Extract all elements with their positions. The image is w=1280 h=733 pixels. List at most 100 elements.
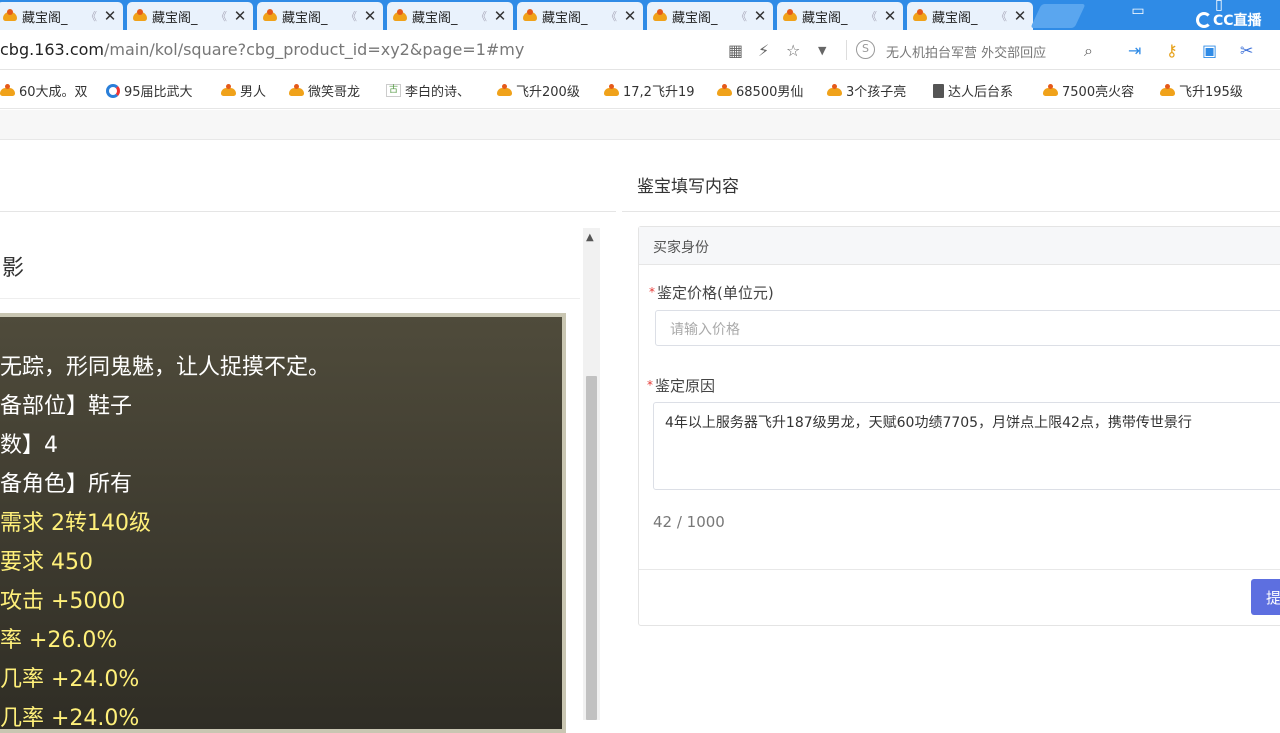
appraisal-form-panel: 买家身份 * 鉴定价格(单位元) 请输入价格 * 鉴定原因 4年以上服务器飞升187…	[638, 226, 1280, 626]
browser-tab-strip: 藏宝阁_ 《 ✕ 藏宝阁_ 《 ✕ 藏宝阁_ 《 ✕ 藏宝阁_ 《 ✕ 藏宝阁_ 《 ✕ 藏宝阁_ 《 ✕ 藏宝阁_…	[0, 0, 1280, 30]
close-icon[interactable]: ✕	[103, 7, 117, 25]
search-suggestion[interactable]: 无人机拍台军营 外交部回应	[886, 42, 1046, 61]
browser-tab[interactable]: 藏宝阁_ 《 ✕	[387, 2, 513, 30]
bookmark-item[interactable]: 17,2飞升19	[604, 81, 695, 100]
tab-arrow: 《	[346, 10, 357, 23]
tab-arrow: 《	[476, 10, 487, 23]
required-mark: *	[647, 378, 653, 392]
bookmark-item[interactable]: 飞升195级	[1160, 81, 1243, 100]
bookmark-item[interactable]: 95届比武大	[106, 81, 193, 100]
chevron-down-icon[interactable]: ▼	[818, 44, 826, 57]
reason-label-text: 鉴定原因	[655, 377, 716, 395]
close-icon[interactable]: ✕	[623, 7, 637, 25]
bookmark-item[interactable]: 达人后台系	[933, 81, 1013, 100]
cbg-favicon-icon	[133, 9, 147, 23]
tab-arrow: 《	[606, 10, 617, 23]
tab-title: 藏宝阁_	[412, 10, 458, 26]
bookmark-label: 飞升200级	[516, 85, 580, 100]
scrollbar-thumb[interactable]	[586, 376, 597, 720]
tab-arrow: 《	[736, 10, 747, 23]
cbg-favicon-icon	[523, 9, 537, 23]
close-icon[interactable]: ✕	[233, 7, 247, 25]
browser-tab[interactable]: 藏宝阁_ 《 ✕	[127, 2, 253, 30]
price-input[interactable]: 请输入价格	[655, 310, 1280, 346]
left-header-divider	[0, 211, 616, 212]
bookmark-cat-icon	[717, 84, 732, 97]
login-icon[interactable]: ⇥	[1128, 41, 1141, 60]
scissors-icon[interactable]: ✂	[1240, 41, 1253, 60]
address-bar: cbg.163.com/main/kol/square?cbg_product_…	[0, 30, 1280, 70]
item-title-divider	[0, 298, 580, 299]
bookmark-cat-icon	[221, 84, 236, 97]
submit-button[interactable]: 提	[1251, 579, 1280, 615]
search-icon[interactable]: ⌕	[1084, 41, 1093, 61]
divider	[846, 40, 847, 60]
bookmark-item[interactable]: 古李白的诗、	[386, 81, 470, 100]
bookmark-label: 60大成。双	[19, 85, 88, 100]
close-icon[interactable]: ✕	[493, 7, 507, 25]
cbg-favicon-icon	[783, 9, 797, 23]
new-tab-button[interactable]	[1030, 4, 1086, 28]
search-engine-icon[interactable]: S	[856, 40, 875, 59]
tab-title: 藏宝阁_	[282, 10, 328, 26]
panel-title: 买家身份	[639, 227, 1280, 265]
bookmark-cat-icon	[289, 84, 304, 97]
browser-tab[interactable]: 藏宝阁_ 《 ✕	[0, 2, 123, 30]
browser-tab[interactable]: 藏宝阁_ 《 ✕	[647, 2, 773, 30]
lightning-icon[interactable]: ⚡	[758, 41, 769, 60]
panel-footer-divider	[639, 569, 1280, 570]
key-icon[interactable]: ⚷	[1166, 41, 1178, 60]
star-bookmark-icon[interactable]: ☆	[786, 41, 800, 60]
cc-logo-text: CC直播	[1213, 13, 1262, 29]
tab-arrow: 《	[86, 10, 97, 23]
tooltip-line: 数】4	[0, 433, 58, 458]
bookmark-item[interactable]: 60大成。双	[0, 81, 88, 100]
browser-tab[interactable]: 藏宝阁_ 《 ✕	[517, 2, 643, 30]
url-field[interactable]: cbg.163.com/main/kol/square?cbg_product_…	[0, 40, 524, 59]
vertical-scrollbar[interactable]: ▲	[583, 228, 600, 720]
page-top-strip	[0, 110, 1280, 140]
reason-textarea[interactable]: 4年以上服务器飞升187级男龙，天赋60功绩7705，月饼点上限42点，携带传世…	[653, 402, 1280, 490]
browser-tab[interactable]: 藏宝阁_ 《 ✕	[907, 2, 1033, 30]
close-icon[interactable]: ✕	[753, 7, 767, 25]
browser-tab[interactable]: 藏宝阁_ 《 ✕	[257, 2, 383, 30]
bookmark-cat-icon	[0, 84, 15, 97]
bookmark-item[interactable]: 微笑哥龙	[289, 81, 360, 100]
bookmark-gu-icon: 古	[386, 84, 401, 97]
char-counter: 42 / 1000	[653, 513, 725, 531]
tooltip-line: 率 +26.0%	[0, 628, 118, 653]
scroll-up-icon[interactable]: ▲	[586, 232, 594, 243]
translate-icon[interactable]: ▣	[1202, 41, 1217, 60]
close-icon[interactable]: ✕	[883, 7, 897, 25]
tab-title: 藏宝阁_	[802, 10, 848, 26]
cc-logo-icon	[1196, 12, 1212, 28]
tab-arrow: 《	[216, 10, 227, 23]
cbg-favicon-icon	[913, 9, 927, 23]
cc-live-logo: CC直播	[1196, 10, 1262, 30]
browser-tab[interactable]: 藏宝阁_ 《 ✕	[777, 2, 903, 30]
bookmark-label: 飞升195级	[1179, 85, 1243, 100]
item-tooltip: 无踪，形同鬼魅，让人捉摸不定。 备部位】鞋子 数】4 备角色】所有 需求 2转140级要…	[0, 313, 566, 733]
bookmark-label: 男人	[240, 85, 267, 100]
price-label-text: 鉴定价格(单位元)	[657, 284, 774, 302]
tab-title: 藏宝阁_	[542, 10, 588, 26]
close-icon[interactable]: ✕	[363, 7, 377, 25]
tooltip-line: 几率 +24.0%	[0, 667, 140, 692]
cbg-favicon-icon	[653, 9, 667, 23]
right-header-divider	[622, 211, 1280, 212]
tooltip-line: 几率 +24.0%	[0, 706, 140, 731]
bookmark-item[interactable]: 7500亮火容	[1043, 81, 1134, 100]
window-menu-icon[interactable]: ▭	[1125, 0, 1151, 26]
bookmark-label: 68500男仙	[736, 85, 804, 100]
bookmark-item[interactable]: 68500男仙	[717, 81, 803, 100]
close-icon[interactable]: ✕	[1013, 7, 1027, 25]
bookmark-item[interactable]: 男人	[221, 81, 266, 100]
qr-code-icon[interactable]: ▦	[728, 41, 743, 60]
bookmark-item[interactable]: 3个孩子亮	[827, 81, 906, 100]
page-content: 鉴宝填写内容 影 无踪，形同鬼魅，让人捉摸不定。 备部位】鞋子 数】4 备角色】所有需…	[0, 110, 1280, 733]
bookmark-g-icon	[106, 83, 120, 98]
bookmark-cat-icon	[497, 84, 512, 97]
bookmark-item[interactable]: 飞升200级	[497, 81, 580, 100]
item-title: 影	[2, 256, 25, 281]
cbg-favicon-icon	[393, 9, 407, 23]
